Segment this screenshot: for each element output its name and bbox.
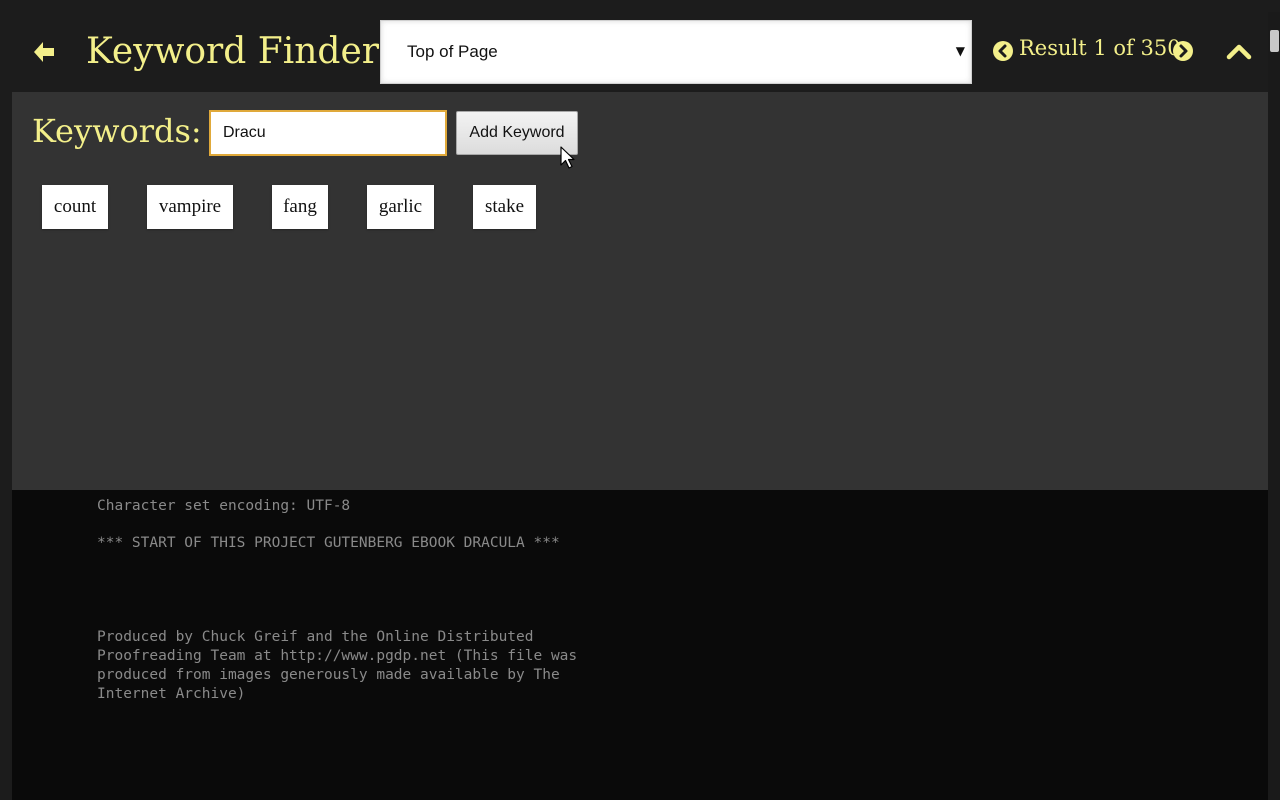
chevron-up-icon <box>1226 44 1252 60</box>
section-select-value: Top of Page <box>407 42 498 61</box>
keyword-chip-stake[interactable]: stake <box>473 185 536 229</box>
scroll-top-button[interactable] <box>1226 40 1252 62</box>
scrollbar-thumb[interactable] <box>1270 30 1279 52</box>
previous-result-button[interactable] <box>993 41 1013 61</box>
keyword-chip-fang[interactable]: fang <box>272 185 328 229</box>
page-scrollbar[interactable] <box>1268 12 1280 800</box>
next-result-button[interactable] <box>1173 41 1193 61</box>
window-top-strip <box>0 0 1280 12</box>
mouse-pointer-icon <box>560 146 576 170</box>
chevron-circle-right-icon <box>1179 44 1188 58</box>
keywords-panel <box>12 92 1268 490</box>
back-button[interactable] <box>32 40 56 64</box>
window-left-strip <box>0 0 12 800</box>
document-line: Proofreading Team at http://www.pgdp.net… <box>97 648 578 664</box>
result-counter: Result 1 of 350 <box>1019 36 1181 60</box>
keywords-label: Keywords: <box>32 112 202 150</box>
app-title: Keyword Finder <box>86 31 379 72</box>
dropdown-arrow-icon: ▼ <box>955 44 965 58</box>
keyword-chip-count[interactable]: count <box>42 185 108 229</box>
chevron-circle-left-icon <box>998 44 1007 58</box>
arrow-left-icon <box>34 42 54 62</box>
keyword-input[interactable] <box>209 110 447 156</box>
keyword-chip-garlic[interactable]: garlic <box>367 185 434 229</box>
document-line: Produced by Chuck Greif and the Online D… <box>97 629 534 645</box>
document-line: *** START OF THIS PROJECT GUTENBERG EBOO… <box>97 535 560 551</box>
document-line: Internet Archive) <box>97 686 246 702</box>
section-select[interactable]: Top of Page ▼ <box>380 20 972 84</box>
keyword-chip-vampire[interactable]: vampire <box>147 185 233 229</box>
document-line: produced from images generously made ava… <box>97 667 560 683</box>
document-line: Character set encoding: UTF-8 <box>97 498 351 514</box>
